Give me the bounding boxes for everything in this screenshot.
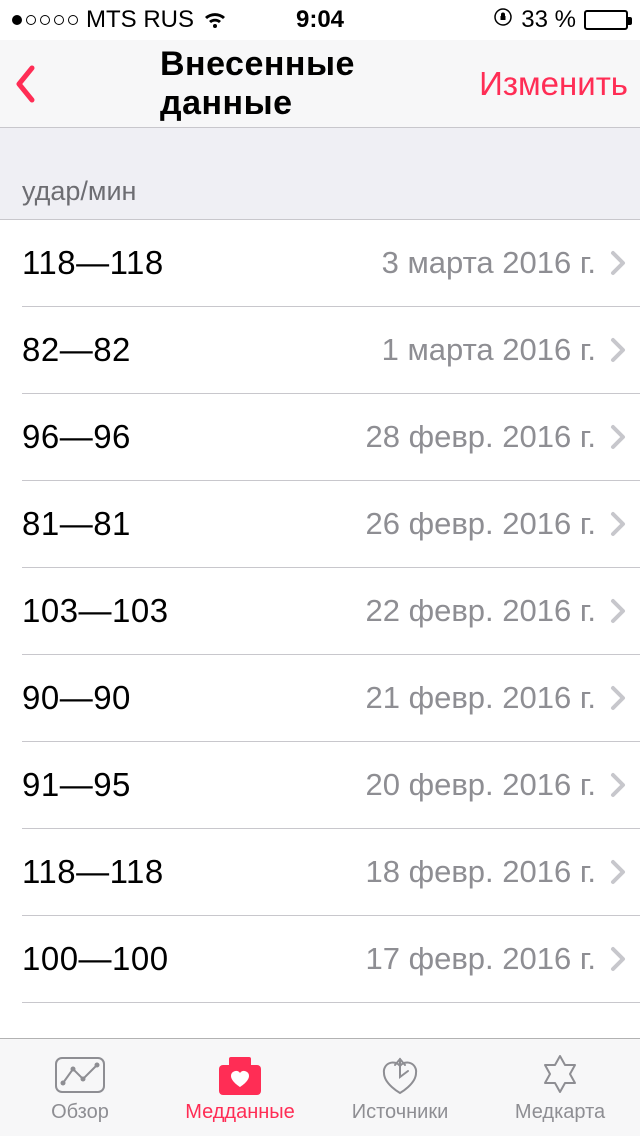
chevron-right-icon xyxy=(610,859,626,885)
chevron-right-icon xyxy=(610,685,626,711)
overview-icon xyxy=(53,1051,107,1099)
status-bar: MTS RUS 9:04 33 % xyxy=(0,0,640,40)
list-item[interactable]: 96—96 28 февр. 2016 г. xyxy=(0,394,640,481)
status-left: MTS RUS xyxy=(12,6,228,34)
row-value: 103—103 xyxy=(22,592,169,630)
tab-medical-id[interactable]: Медкарта xyxy=(480,1039,640,1136)
row-value: 91—95 xyxy=(22,766,131,804)
chevron-right-icon xyxy=(610,598,626,624)
tab-overview[interactable]: Обзор xyxy=(0,1039,160,1136)
chevron-left-icon xyxy=(14,65,36,103)
row-value: 118—118 xyxy=(22,244,164,282)
chevron-right-icon xyxy=(610,511,626,537)
chevron-right-icon xyxy=(610,337,626,363)
row-date: 28 февр. 2016 г. xyxy=(366,419,597,455)
list-item[interactable]: 90—90 21 февр. 2016 г. xyxy=(0,655,640,742)
back-button[interactable] xyxy=(0,40,50,127)
chevron-right-icon xyxy=(610,772,626,798)
row-value: 90—90 xyxy=(22,679,131,717)
health-data-icon xyxy=(217,1051,263,1099)
tab-sources[interactable]: Источники xyxy=(320,1039,480,1136)
battery-percent: 33 % xyxy=(521,6,576,34)
wifi-icon xyxy=(202,10,228,30)
row-value: 96—96 xyxy=(22,418,131,456)
sources-icon xyxy=(378,1051,422,1099)
tab-bar: Обзор Медданные Источники Медкарта xyxy=(0,1038,640,1136)
battery-icon xyxy=(584,10,628,30)
page-title: Внесенные данные xyxy=(160,45,480,123)
chevron-right-icon xyxy=(610,946,626,972)
tab-label: Обзор xyxy=(51,1101,109,1124)
list-item[interactable]: 81—81 26 февр. 2016 г. xyxy=(0,481,640,568)
list-item[interactable]: 118—118 18 февр. 2016 г. xyxy=(0,829,640,916)
tab-label: Источники xyxy=(352,1101,449,1124)
list-item[interactable]: 91—95 20 февр. 2016 г. xyxy=(0,742,640,829)
list-item[interactable]: 82—82 1 марта 2016 г. xyxy=(0,307,640,394)
row-value: 118—118 xyxy=(22,853,164,891)
data-list: 118—118 3 марта 2016 г. 82—82 1 марта 20… xyxy=(0,220,640,1003)
row-value: 81—81 xyxy=(22,505,131,543)
status-right: 33 % xyxy=(493,6,628,34)
orientation-lock-icon xyxy=(493,6,513,34)
status-time: 9:04 xyxy=(296,6,344,34)
tab-label: Медданные xyxy=(185,1101,295,1124)
list-item[interactable]: 103—103 22 февр. 2016 г. xyxy=(0,568,640,655)
nav-bar: Внесенные данные Изменить xyxy=(0,40,640,128)
tab-health-data[interactable]: Медданные xyxy=(160,1039,320,1136)
row-date: 26 февр. 2016 г. xyxy=(366,506,597,542)
row-date: 20 февр. 2016 г. xyxy=(366,767,597,803)
row-value: 82—82 xyxy=(22,331,131,369)
row-date: 22 февр. 2016 г. xyxy=(366,593,597,629)
row-value: 100—100 xyxy=(22,940,169,978)
row-date: 18 февр. 2016 г. xyxy=(366,854,597,890)
tab-label: Медкарта xyxy=(515,1101,605,1124)
edit-button[interactable]: Изменить xyxy=(479,65,628,103)
list-item[interactable]: 100—100 17 февр. 2016 г. xyxy=(0,916,640,1003)
chevron-right-icon xyxy=(610,424,626,450)
chevron-right-icon xyxy=(610,250,626,276)
row-date: 21 февр. 2016 г. xyxy=(366,680,597,716)
medical-id-icon xyxy=(538,1051,582,1099)
carrier-label: MTS RUS xyxy=(86,6,194,34)
row-date: 17 февр. 2016 г. xyxy=(366,941,597,977)
section-header-unit: удар/мин xyxy=(0,128,640,220)
row-date: 3 марта 2016 г. xyxy=(382,245,596,281)
list-item[interactable]: 118—118 3 марта 2016 г. xyxy=(0,220,640,307)
content-area: удар/мин 118—118 3 марта 2016 г. 82—82 1… xyxy=(0,128,640,1038)
row-date: 1 марта 2016 г. xyxy=(382,332,596,368)
signal-strength-icon xyxy=(12,15,78,25)
